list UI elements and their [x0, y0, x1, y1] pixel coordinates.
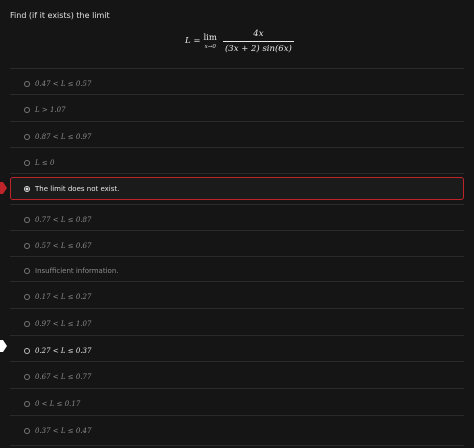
formula-lhs: L =: [185, 36, 201, 46]
radio-button[interactable]: [24, 321, 30, 327]
answer-option[interactable]: 0.67 < L ≤ 0.77: [10, 364, 464, 390]
answer-option[interactable]: 0.97 < L ≤ 1.07: [10, 311, 464, 337]
option-divider: [10, 204, 464, 205]
answer-option[interactable]: 0.37 < L ≤ 0.47: [10, 418, 464, 444]
radio-button[interactable]: [24, 294, 30, 300]
radio-button[interactable]: [24, 160, 30, 166]
radio-button[interactable]: [24, 268, 30, 274]
option-divider: [10, 68, 464, 69]
answer-option[interactable]: 0.87 < L ≤ 0.97: [10, 124, 464, 150]
correct-marker-icon: [0, 340, 7, 352]
radio-button[interactable]: [24, 217, 30, 223]
formula-lim-word: lim: [203, 32, 217, 43]
radio-button[interactable]: [24, 428, 30, 434]
option-label: 0.27 < L ≤ 0.37: [35, 347, 92, 355]
radio-button[interactable]: [24, 374, 30, 380]
option-label: Insufficient information.: [35, 267, 119, 275]
radio-button[interactable]: [24, 243, 30, 249]
answer-option[interactable]: L ≤ 0: [10, 150, 464, 176]
option-label: L ≤ 0: [35, 159, 55, 167]
formula-lim: lim x→0: [203, 33, 217, 50]
option-label: L > 1.07: [35, 106, 66, 114]
answer-option[interactable]: 0.57 < L ≤ 0.67: [10, 233, 464, 259]
option-label: The limit does not exist.: [35, 184, 120, 193]
answer-option[interactable]: 0.17 < L ≤ 0.27: [10, 284, 464, 310]
answer-option-selected[interactable]: The limit does not exist.: [10, 177, 464, 200]
radio-button[interactable]: [24, 134, 30, 140]
option-label: 0.17 < L ≤ 0.27: [35, 293, 92, 301]
answer-option[interactable]: 0.77 < L ≤ 0.87: [10, 207, 464, 233]
formula-lim-sub: x→0: [204, 43, 216, 50]
answer-option[interactable]: 0.27 < L ≤ 0.37: [10, 338, 464, 364]
option-label: 0.77 < L ≤ 0.87: [35, 216, 92, 224]
radio-button[interactable]: [24, 107, 30, 113]
option-label: 0.47 < L ≤ 0.57: [35, 80, 92, 88]
radio-button-checked[interactable]: [24, 185, 30, 192]
radio-button[interactable]: [24, 81, 30, 87]
formula-denominator: (3x + 2) sin(6x): [222, 40, 294, 54]
answer-option[interactable]: L > 1.07: [10, 97, 464, 123]
answer-option[interactable]: 0 < L ≤ 0.17: [10, 391, 464, 417]
option-label: 0.37 < L ≤ 0.47: [35, 427, 92, 435]
answer-option[interactable]: Insufficient information.: [10, 258, 464, 284]
option-divider: [10, 445, 464, 446]
formula-fraction: 4x (3x + 2) sin(6x): [222, 28, 294, 54]
option-label: 0.57 < L ≤ 0.67: [35, 242, 92, 250]
limit-formula: L = lim x→0 4x (3x + 2) sin(6x): [185, 26, 294, 56]
formula-numerator: 4x: [253, 28, 264, 39]
option-label: 0.67 < L ≤ 0.77: [35, 373, 92, 381]
question-prompt: Find (if it exists) the limit: [10, 11, 110, 20]
option-label: 0.97 < L ≤ 1.07: [35, 320, 92, 328]
radio-button[interactable]: [24, 401, 30, 407]
incorrect-marker-icon: [0, 182, 7, 194]
option-label: 0.87 < L ≤ 0.97: [35, 133, 92, 141]
option-label: 0 < L ≤ 0.17: [35, 400, 81, 408]
answer-option[interactable]: 0.47 < L ≤ 0.57: [10, 71, 464, 97]
radio-button[interactable]: [24, 348, 30, 354]
